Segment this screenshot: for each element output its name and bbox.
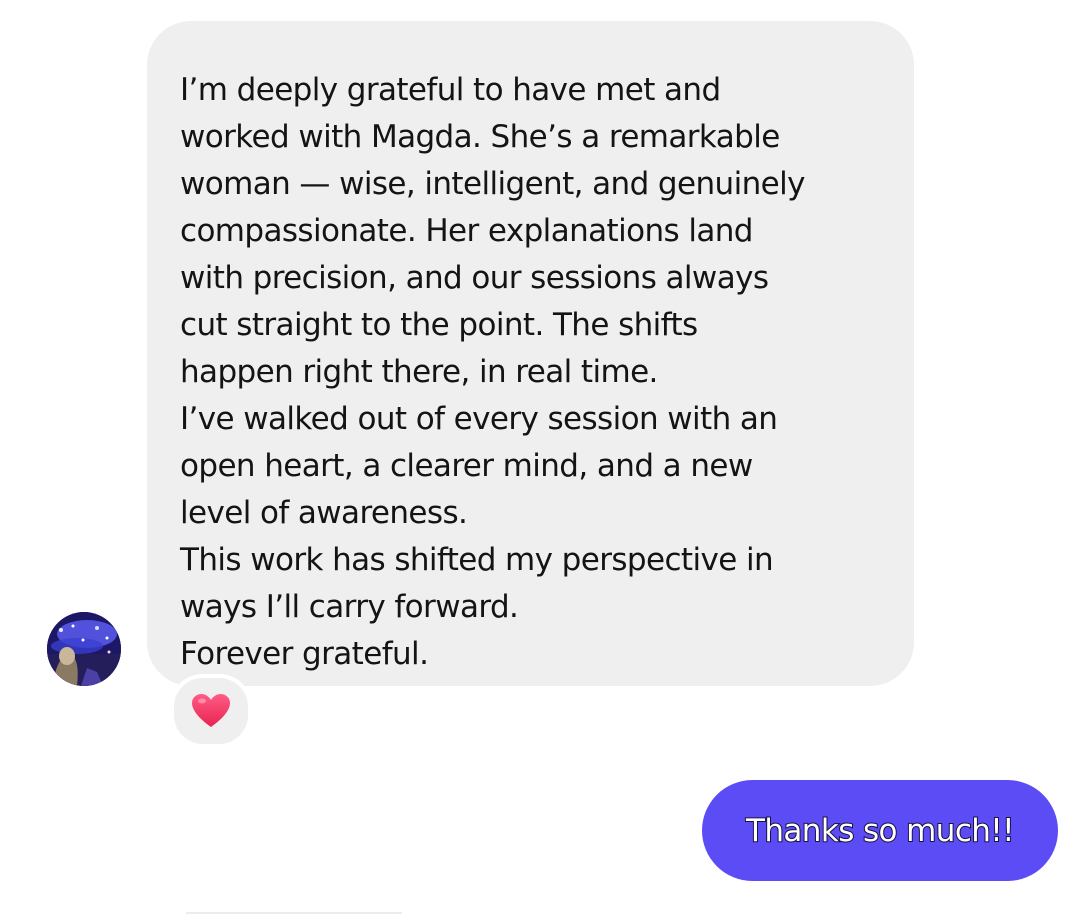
avatar-image (47, 612, 121, 686)
message-reaction[interactable] (170, 674, 252, 748)
message-line: with precision, and our sessions always (180, 260, 769, 296)
message-line: happen right there, in real time. (180, 354, 658, 390)
outgoing-message-bubble[interactable]: Thanks so much!! (702, 780, 1058, 881)
message-line: ways I’ll carry forward. (180, 589, 519, 625)
message-line: open heart, a clearer mind, and a new (180, 448, 753, 484)
divider (186, 912, 402, 914)
incoming-message-bubble[interactable]: I’m deeply grateful to have met and work… (147, 21, 914, 686)
message-line: I’ve walked out of every session with an (180, 401, 778, 437)
sender-avatar[interactable] (47, 612, 121, 686)
heart-icon (192, 694, 230, 727)
outgoing-message-text: Thanks so much!! (745, 812, 1016, 850)
message-line: level of awareness. (180, 495, 468, 531)
message-line: This work has shifted my perspective in (180, 542, 774, 578)
message-line: cut straight to the point. The shifts (180, 307, 698, 343)
message-line: Forever grateful. (180, 636, 429, 672)
message-line: woman — wise, intelligent, and genuinely (180, 166, 805, 202)
message-line: worked with Magda. She’s a remarkable (180, 119, 780, 155)
message-line: I’m deeply grateful to have met and (180, 72, 721, 108)
message-line: compassionate. Her explanations land (180, 213, 753, 249)
